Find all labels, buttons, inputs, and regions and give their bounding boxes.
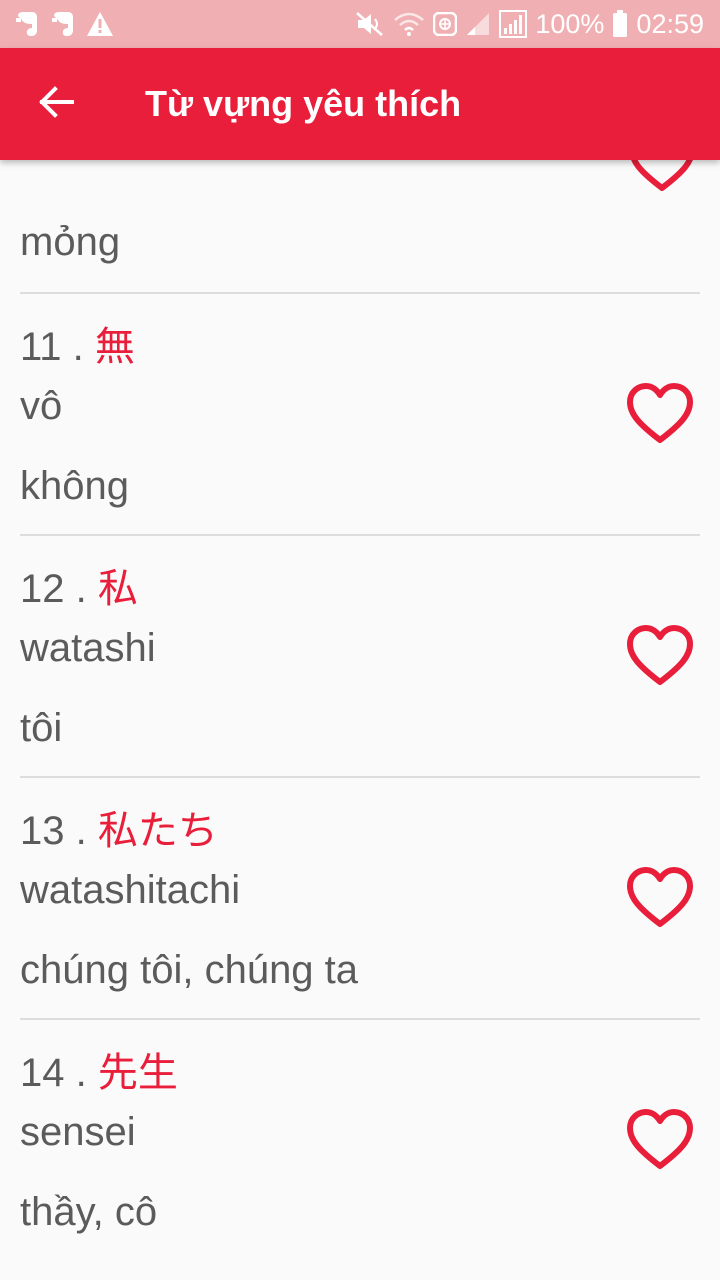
item-kanji: 私 [97, 567, 138, 611]
item-number: 14 [20, 1051, 65, 1095]
list-item: mỏng [0, 160, 720, 294]
favorite-heart-button[interactable] [625, 624, 695, 688]
item-separator: . [64, 567, 98, 611]
evernote-icon [14, 10, 40, 38]
warning-icon [86, 11, 114, 37]
signal-icon [465, 11, 491, 37]
item-meaning: mỏng [20, 220, 121, 264]
list-item[interactable]: 11 . 無 vô không [0, 294, 720, 536]
wifi-icon [393, 11, 425, 37]
evernote-icon [50, 10, 76, 38]
item-number: 13 [20, 809, 65, 853]
favorite-heart-button[interactable] [625, 382, 695, 446]
mute-icon [355, 11, 385, 37]
item-separator: . [64, 1051, 98, 1095]
signal-icon [499, 10, 528, 38]
favorite-heart-button[interactable] [627, 160, 697, 207]
favorite-heart-button[interactable] [625, 866, 695, 930]
item-header: 13 . 私たち [20, 798, 218, 856]
list-item[interactable]: 13 . 私たち watashitachi chúng tôi, chúng t… [0, 778, 720, 1020]
clock: 02:59 [636, 8, 704, 39]
item-header: 12 . 私 [20, 556, 138, 614]
item-reading: sensei [20, 1110, 136, 1154]
item-reading: watashitachi [20, 868, 241, 912]
item-header: 11 . 無 [20, 314, 135, 372]
arrow-back-icon [38, 85, 74, 123]
battery-percentage: 100% [535, 8, 605, 39]
status-bar: 100% 02:59 [0, 0, 720, 48]
item-meaning: chúng tôi, chúng ta [20, 948, 359, 992]
item-kanji: 無 [94, 325, 135, 369]
item-number: 11 [20, 325, 62, 369]
list-item[interactable]: 12 . 私 watashi tôi [0, 536, 720, 778]
item-header: 14 . 先生 [20, 1040, 178, 1098]
item-meaning: thầy, cô [20, 1190, 158, 1234]
page-title: Từ vựng yêu thích [145, 83, 462, 124]
item-separator: . [61, 325, 95, 369]
item-meaning: không [20, 464, 129, 508]
app-bar: Từ vựng yêu thích [0, 48, 720, 160]
item-number: 12 [20, 567, 65, 611]
item-kanji: 私たち [97, 809, 218, 853]
item-reading: vô [20, 384, 63, 428]
back-button[interactable] [0, 48, 112, 160]
favorite-heart-button[interactable] [625, 1108, 695, 1172]
item-kanji: 先生 [97, 1051, 178, 1095]
data-saver-icon [433, 12, 458, 36]
list-item[interactable]: 14 . 先生 sensei thầy, cô [0, 1020, 720, 1262]
item-reading: watashi [20, 626, 156, 670]
battery-icon [612, 10, 628, 38]
item-meaning: tôi [20, 706, 63, 750]
favorites-list[interactable]: mỏng 11 . 無 vô không 12 . 私 watashi tôi … [0, 160, 720, 1280]
item-separator: . [64, 809, 98, 853]
